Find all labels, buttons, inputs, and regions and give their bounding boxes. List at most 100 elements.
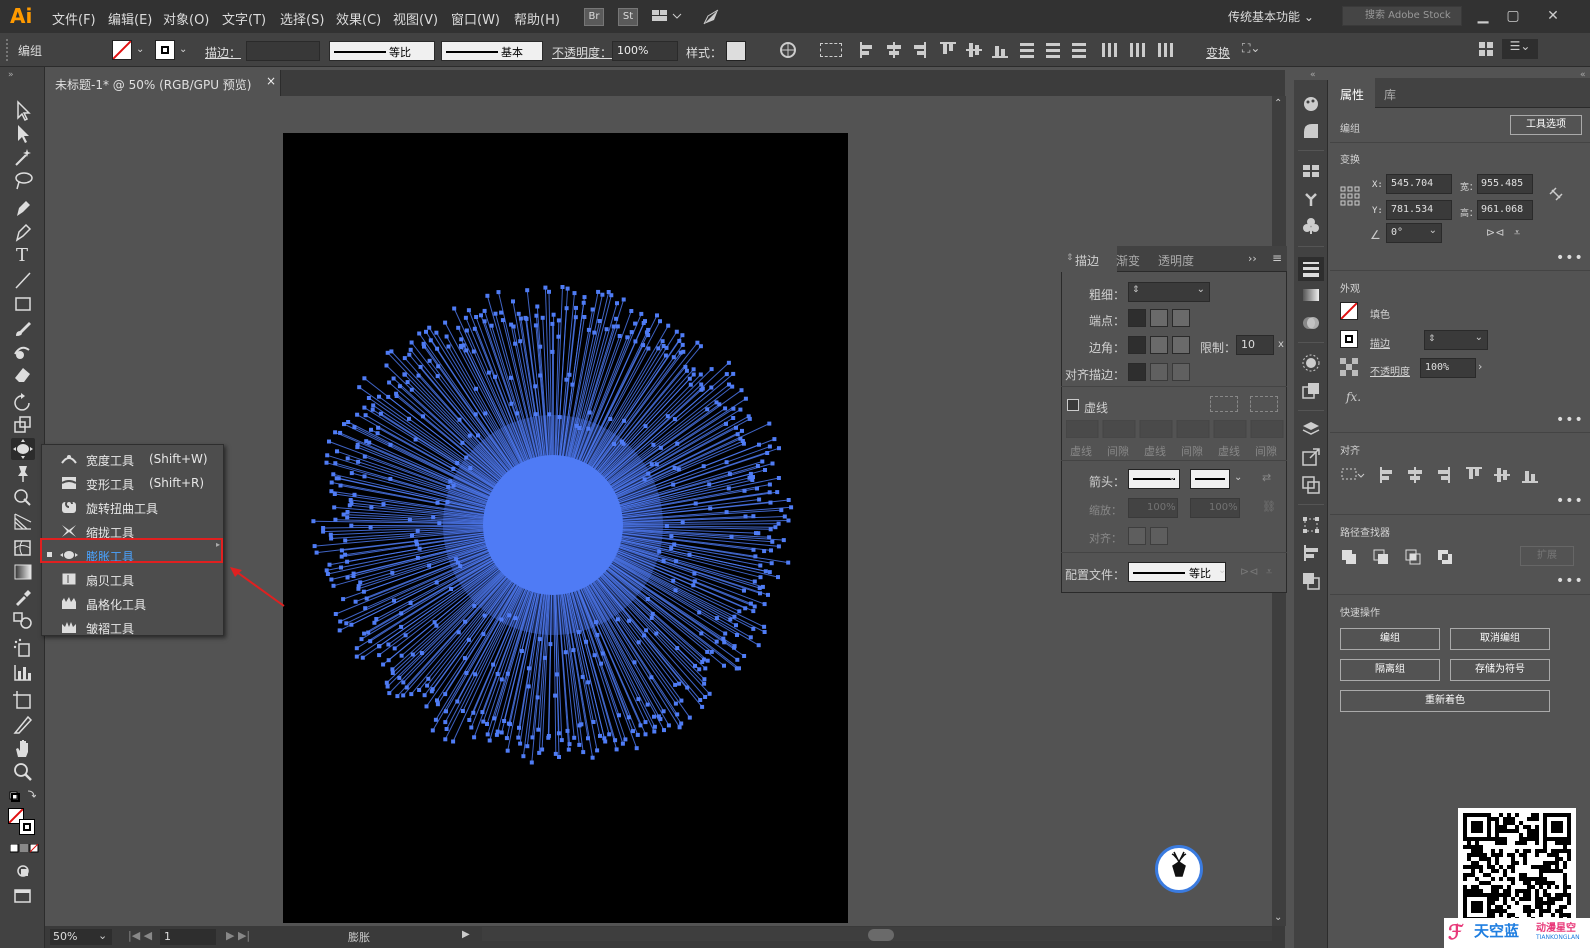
flip-across-icon[interactable]: ⩡	[1266, 565, 1272, 579]
width-input[interactable]: 955.485	[1477, 174, 1533, 194]
workspace-switcher[interactable]: 传统基本功能 ⌄	[1228, 8, 1314, 25]
paintbrush-tool-icon[interactable]	[11, 317, 35, 339]
close-tab-button[interactable]: ×	[266, 74, 276, 88]
chevron-down-icon[interactable]: ⌄	[98, 929, 107, 942]
projecting-cap-button[interactable]	[1172, 309, 1190, 327]
flyout-item-warp[interactable]: 变形工具 (Shift+R)	[42, 471, 223, 495]
chevron-down-icon[interactable]: ⌄	[1168, 472, 1176, 483]
flyout-item-crystallize[interactable]: 晶格化工具	[42, 591, 223, 615]
more-options-icon[interactable]: •••	[1556, 412, 1584, 428]
stroke-weight-input[interactable]	[246, 41, 320, 61]
shaper-tool-icon[interactable]	[11, 340, 35, 362]
horizontal-scroll-thumb[interactable]	[868, 929, 894, 941]
stroke-color-icon[interactable]	[1340, 330, 1358, 348]
puppet-warp-tool-icon[interactable]	[11, 462, 35, 484]
radial-burst-artwork[interactable]	[283, 133, 848, 923]
bridge-button[interactable]: Br	[584, 8, 604, 26]
menu-file[interactable]: 文件(F)	[52, 9, 96, 28]
bevel-join-button[interactable]	[1172, 336, 1190, 354]
collapse-dock-icon[interactable]: «	[1310, 70, 1316, 80]
dash-align-icon[interactable]	[1250, 396, 1278, 412]
mesh-tool-icon[interactable]	[11, 537, 35, 559]
more-options-icon[interactable]: •••	[1556, 493, 1584, 509]
arrow-tip-extend-button[interactable]	[1128, 527, 1146, 545]
recolor-button[interactable]: 重新着色	[1340, 690, 1550, 712]
align-inside-button[interactable]	[1150, 363, 1168, 381]
chevron-down-icon[interactable]: ⌄	[1218, 565, 1226, 576]
close-window-button[interactable]: ✕	[1540, 6, 1566, 26]
gradient-tool-icon[interactable]	[11, 561, 35, 583]
collapse-panel-icon[interactable]: «	[1580, 70, 1586, 80]
save-as-symbol-button[interactable]: 存储为符号	[1450, 659, 1550, 681]
gradient-panel-icon[interactable]	[1302, 286, 1320, 304]
color-guide-icon[interactable]	[1302, 95, 1320, 113]
swatches-icon[interactable]	[1302, 162, 1320, 180]
stroke-panel-icon[interactable]	[1298, 257, 1324, 281]
shape-builder-tool-icon[interactable]	[11, 486, 35, 508]
tool-options-button[interactable]: 工具选项	[1510, 115, 1582, 135]
stroke-profile-select[interactable]: 等比	[1128, 562, 1226, 582]
stroke-weight-field[interactable]: ⇕ ⌄	[1128, 282, 1210, 302]
opacity-input[interactable]: 100%	[612, 41, 678, 61]
panel-menu-icon[interactable]: ≡	[1272, 251, 1282, 265]
fill-none-swatch[interactable]	[112, 40, 132, 60]
graphic-styles-icon[interactable]	[1302, 382, 1320, 400]
transform-panel-icon[interactable]	[1302, 516, 1320, 534]
y-input[interactable]: 781.534	[1386, 200, 1452, 220]
ungroup-button[interactable]: 取消编组	[1450, 628, 1550, 650]
align-outside-button[interactable]	[1172, 363, 1190, 381]
line-tool-icon[interactable]	[11, 269, 35, 291]
transform-link[interactable]: 变换	[1206, 44, 1230, 61]
tab-gradient[interactable]: 渐变	[1116, 252, 1140, 269]
eraser-tool-icon[interactable]	[11, 363, 35, 385]
next-artboard-icon[interactable]: ▶ ▶|	[226, 929, 250, 942]
layers-icon[interactable]	[1302, 420, 1320, 438]
fx-effects-button[interactable]: fx.	[1346, 390, 1361, 404]
pathfinder-icon[interactable]	[1302, 572, 1320, 590]
chevron-down-icon[interactable]: ⌄	[1234, 472, 1242, 483]
minimize-button[interactable]: ▁	[1470, 6, 1496, 26]
selection-tool-icon[interactable]	[11, 99, 35, 122]
magic-wand-tool-icon[interactable]	[11, 146, 35, 168]
stock-search-input[interactable]: 搜索 Adobe Stock	[1342, 6, 1462, 26]
maximize-button[interactable]: ▢	[1500, 6, 1526, 26]
opacity-label[interactable]: 不透明度：	[552, 44, 612, 61]
tab-libraries[interactable]: 库	[1384, 86, 1396, 103]
stroke-color-icon[interactable]	[19, 819, 35, 835]
status-menu-icon[interactable]: ▶	[462, 929, 470, 940]
flyout-item-wrinkle[interactable]: 皱褶工具	[42, 615, 223, 639]
stroke-link[interactable]: 描边	[1370, 335, 1390, 350]
rotate-tool-icon[interactable]	[11, 391, 35, 413]
arrange-documents-icon[interactable]	[652, 10, 682, 22]
chevron-down-icon[interactable]: ⌄	[136, 44, 144, 55]
collapse-panel-icon[interactable]: ››	[1248, 252, 1257, 265]
artboard-tool-icon[interactable]	[11, 689, 35, 711]
scroll-up-icon[interactable]: ⌃	[1274, 98, 1282, 109]
round-join-button[interactable]	[1150, 336, 1168, 354]
arrow-tip-at-end-button[interactable]	[1150, 527, 1168, 545]
rectangle-tool-icon[interactable]	[11, 293, 35, 315]
flyout-item-scallop[interactable]: 扇贝工具	[42, 567, 223, 591]
opacity-input[interactable]: 100%	[1420, 358, 1476, 378]
bloat-tool-icon[interactable]	[11, 438, 35, 460]
collapse-toolbar-icon[interactable]: »	[8, 70, 14, 80]
flip-horizontal-icon[interactable]: ⊳⊲	[1486, 226, 1504, 239]
symbol-sprayer-tool-icon[interactable]	[11, 637, 35, 659]
chevron-right-icon[interactable]: ›	[1478, 360, 1482, 373]
align-buttons[interactable]	[1340, 466, 1550, 484]
swap-arrowheads-icon[interactable]: ⇄	[1262, 471, 1271, 484]
direct-selection-tool-icon[interactable]	[11, 122, 35, 144]
pathfinder-buttons[interactable]	[1340, 548, 1470, 566]
butt-cap-button[interactable]	[1128, 309, 1146, 327]
scroll-down-icon[interactable]: ⌄	[1274, 912, 1282, 923]
x-input[interactable]: 545.704	[1386, 174, 1452, 194]
scale-tool-icon[interactable]	[11, 414, 35, 436]
menu-effect[interactable]: 效果(C)	[336, 9, 381, 28]
end-scale-input[interactable]: 100%	[1190, 498, 1240, 518]
gpu-rocket-icon[interactable]	[702, 8, 722, 26]
lasso-tool-icon[interactable]	[11, 170, 35, 192]
hand-tool-icon[interactable]	[11, 737, 35, 759]
symbols-icon[interactable]	[1302, 217, 1320, 235]
screen-mode-icon[interactable]	[11, 885, 35, 907]
flip-vertical-icon[interactable]: ⩡	[1514, 226, 1520, 240]
